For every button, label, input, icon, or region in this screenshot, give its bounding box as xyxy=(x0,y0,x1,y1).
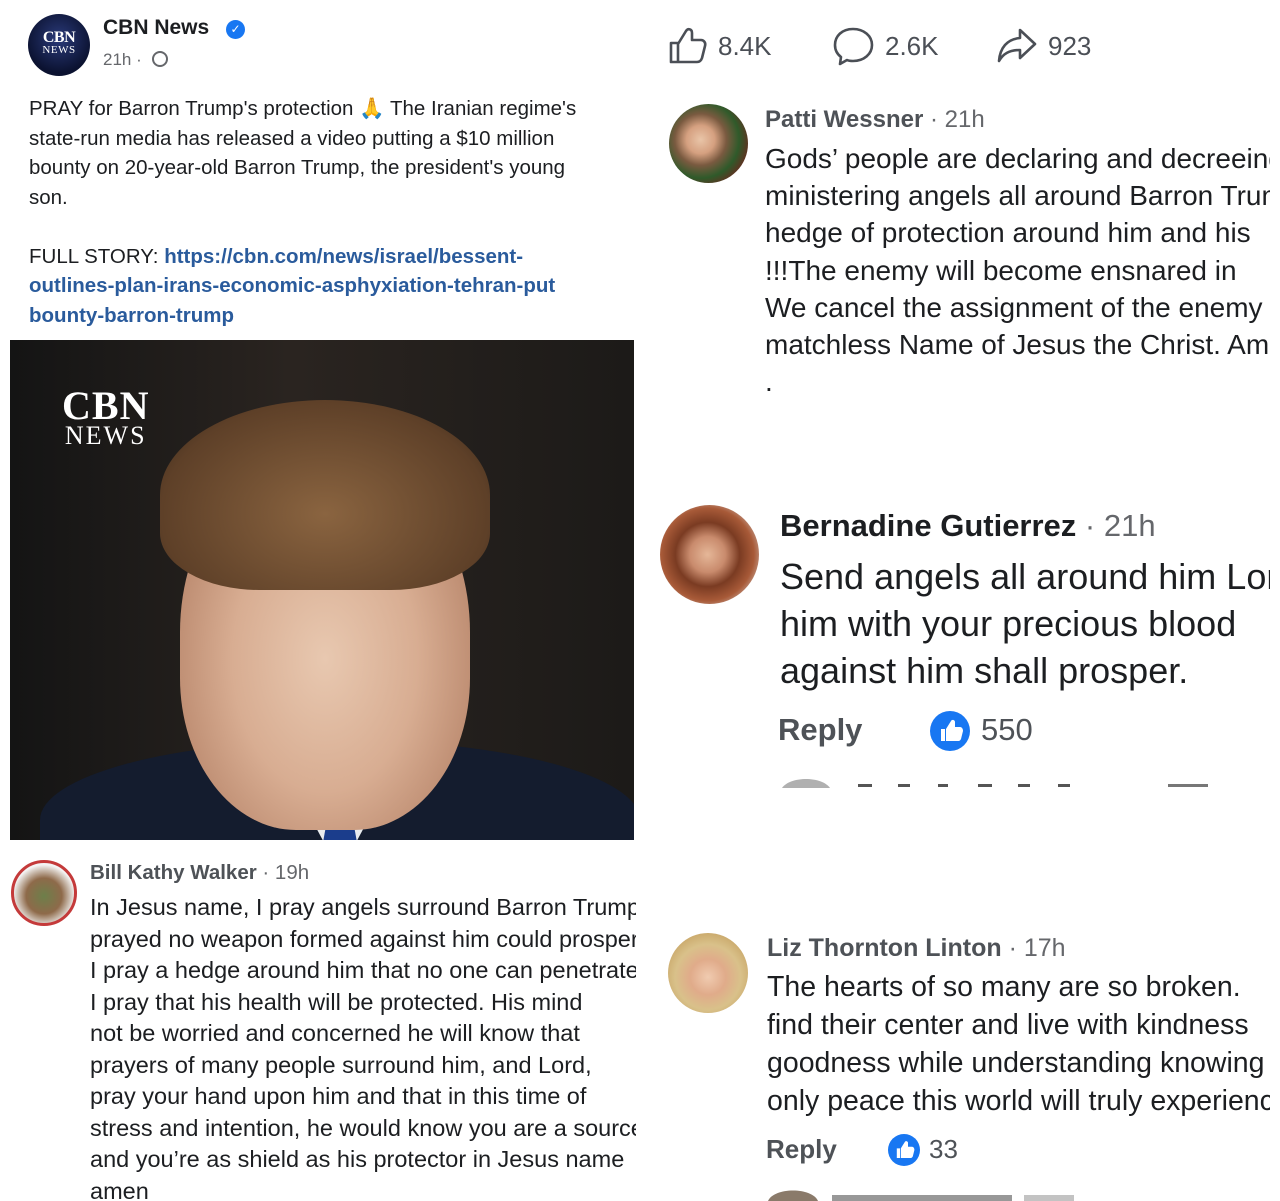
like-reaction-icon[interactable] xyxy=(888,1134,920,1166)
comment-line: prayed no weapon formed against him coul… xyxy=(90,925,636,952)
next-comment-preview xyxy=(768,1186,1088,1201)
comment-line: Gods’ people are declaring and decreeing xyxy=(765,143,1270,174)
comment-header: Bernadine Gutierrez · 21h xyxy=(780,508,1156,544)
comment-line: him with your precious blood xyxy=(780,603,1237,644)
post-text-line: son. xyxy=(29,185,68,209)
share-count: 923 xyxy=(1048,30,1092,61)
commenter-name[interactable]: Bill Kathy Walker xyxy=(90,861,257,884)
comment-line: I pray that his health will be protected… xyxy=(90,988,583,1015)
comment-line: and you’re as shield as his protector in… xyxy=(90,1146,625,1172)
like-count: 8.4K xyxy=(718,30,772,61)
comment-header: Liz Thornton Linton · 17h xyxy=(767,934,1066,963)
page-avatar-logo[interactable]: CBN NEWS xyxy=(28,14,90,76)
comment-line: ministering angels all around Barron Tru… xyxy=(765,180,1270,212)
reply-button[interactable]: Reply xyxy=(778,712,862,748)
comment-line: not be worried and concerned he will kno… xyxy=(90,1020,580,1046)
like-count[interactable]: 550 xyxy=(981,712,1033,748)
avatar-liz-thornton-linton[interactable] xyxy=(668,933,748,1013)
comment-time[interactable]: · 17h xyxy=(1002,934,1066,962)
post-text: PRAY for Barron Trump's protection 🙏 The… xyxy=(29,94,635,330)
comment-count-button[interactable]: 2.6K xyxy=(833,26,939,66)
comment-line: only peace this world will truly experie… xyxy=(767,1085,1270,1117)
comment-body: In Jesus name, I pray angels surround Ba… xyxy=(90,892,636,1201)
comment-body: The hearts of so many are so broken. fin… xyxy=(767,968,1270,1120)
post-timestamp[interactable]: 21h · xyxy=(103,50,142,70)
comment-line: goodness while understanding knowing xyxy=(767,1047,1265,1079)
comment-body: Gods’ people are declaring and decreeing… xyxy=(765,140,1270,400)
reply-button[interactable]: Reply xyxy=(766,1134,837,1165)
comment-line: The hearts of so many are so broken. xyxy=(767,971,1241,1003)
commenter-name[interactable]: Bernadine Gutierrez xyxy=(780,508,1076,543)
comment-count: 2.6K xyxy=(885,30,939,61)
comment-line: against him shall prosper. xyxy=(780,650,1189,691)
comment-line: prayers of many people surround him, and… xyxy=(90,1051,592,1078)
verified-badge-icon: ✓ xyxy=(226,20,245,39)
globe-icon xyxy=(152,51,168,67)
avatar-patti-wessner[interactable] xyxy=(669,104,748,183)
commenter-name[interactable]: Patti Wessner xyxy=(765,106,923,133)
commenter-name[interactable]: Liz Thornton Linton xyxy=(767,934,1002,962)
comment-line: !!!The enemy will become ensnared in xyxy=(765,254,1237,286)
comment-line: In Jesus name, I pray angels surround Ba… xyxy=(90,894,636,920)
page-name[interactable]: CBN News xyxy=(103,16,209,40)
comment-line: We cancel the assignment of the enemy xyxy=(765,291,1263,323)
comment-header: Patti Wessner · 21h xyxy=(765,106,985,134)
avatar-bernadine-gutierrez[interactable] xyxy=(660,505,759,604)
comment-line: stress and intention, he would know you … xyxy=(90,1114,636,1141)
comment-time[interactable]: · 19h xyxy=(257,861,309,884)
thumbs-up-icon xyxy=(669,27,707,64)
post-text-line: bounty on 20-year-old Barron Trump, the … xyxy=(29,156,566,179)
like-count-button[interactable]: 8.4K xyxy=(668,26,772,66)
like-reaction-icon[interactable] xyxy=(930,711,970,751)
comment-line: amen xyxy=(90,1177,149,1201)
share-count-button[interactable]: 923 xyxy=(996,26,1091,66)
comment-line: I pray a hedge around him that no one ca… xyxy=(90,957,636,983)
comment-time[interactable]: · 21h xyxy=(1076,508,1156,543)
comment-line: Send angels all around him Lord xyxy=(780,556,1270,597)
avatar-bill-kathy-walker[interactable] xyxy=(11,860,77,926)
comment-line: find their center and live with kindness xyxy=(767,1009,1249,1041)
post-text-line: state-run media has released a video put… xyxy=(29,126,555,150)
comment-bubble-icon xyxy=(833,27,874,66)
comment-line: hedge of protection around him and his xyxy=(765,217,1251,249)
comment-header: Bill Kathy Walker · 19h xyxy=(90,861,309,885)
next-comment-preview xyxy=(778,774,1218,788)
comment-line: . xyxy=(765,366,773,398)
cbn-news-watermark: CBN NEWS xyxy=(62,383,150,450)
full-story-line: FULL STORY: https://cbn.com/news/israel/… xyxy=(29,242,635,272)
post-photo[interactable]: CBN NEWS xyxy=(10,340,634,840)
comment-line: matchless Name of Jesus the Christ. Amen xyxy=(765,328,1270,360)
comment-body: Send angels all around him Lord him with… xyxy=(780,553,1270,694)
photo-hair xyxy=(160,400,490,590)
story-link[interactable]: outlines-plan-irans-economic-asphyxiatio… xyxy=(29,271,635,301)
comment-line: pray your hand upon him and that in this… xyxy=(90,1083,587,1109)
post-text-line: PRAY for Barron Trump's protection 🙏 The… xyxy=(29,97,577,120)
full-story-label: FULL STORY: xyxy=(29,244,165,268)
comment-time[interactable]: · 21h xyxy=(923,106,985,133)
like-count[interactable]: 33 xyxy=(929,1134,958,1165)
share-arrow-icon xyxy=(997,28,1037,63)
story-link[interactable]: bounty-barron-trump xyxy=(29,301,635,331)
story-link[interactable]: https://cbn.com/news/israel/bessent- xyxy=(164,245,523,268)
